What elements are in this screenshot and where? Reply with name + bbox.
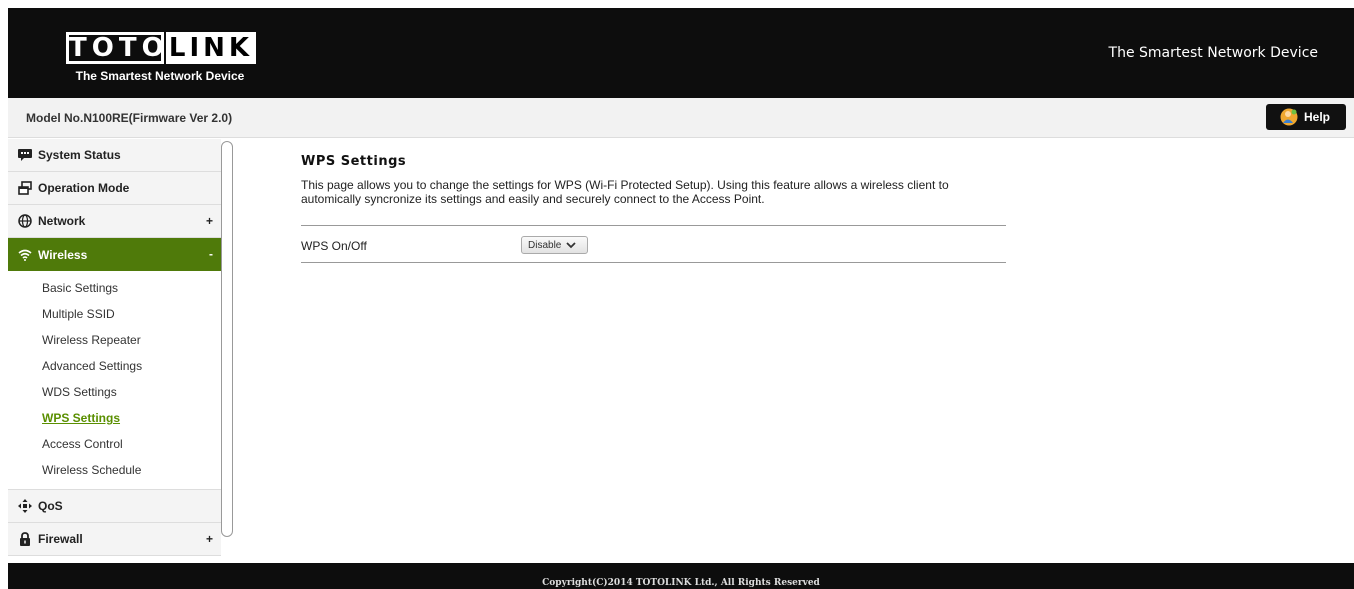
logo-link-text: LINK bbox=[166, 32, 256, 64]
sidebar-subitem-basic-settings[interactable]: Basic Settings bbox=[8, 275, 221, 301]
chevron-down-icon bbox=[566, 242, 576, 249]
sidebar-item-label: Operation Mode bbox=[38, 181, 130, 195]
help-person-icon bbox=[1280, 108, 1298, 126]
page-title: WPS Settings bbox=[301, 154, 407, 169]
model-number: Model No.N100RE(Firmware Ver 2.0) bbox=[26, 111, 233, 125]
expand-sign: + bbox=[205, 532, 213, 546]
sidebar-scrollbar[interactable] bbox=[221, 141, 233, 537]
wps-select-value: Disable bbox=[528, 239, 562, 251]
arrows-icon bbox=[18, 499, 32, 513]
help-button[interactable]: Help bbox=[1266, 104, 1346, 130]
sidebar-item-label: Wireless bbox=[38, 247, 88, 262]
sidebar-subitem-access-control[interactable]: Access Control bbox=[8, 431, 221, 457]
wireless-submenu: Basic Settings Multiple SSID Wireless Re… bbox=[8, 271, 221, 490]
expand-sign: + bbox=[205, 214, 213, 228]
sidebar-subitem-wds-settings[interactable]: WDS Settings bbox=[8, 379, 221, 405]
sidebar-item-label: Firewall bbox=[38, 532, 83, 546]
sidebar-subitem-advanced-settings[interactable]: Advanced Settings bbox=[8, 353, 221, 379]
wps-onoff-select[interactable]: Disable bbox=[521, 236, 588, 254]
sidebar-item-network[interactable]: Network + bbox=[8, 205, 221, 238]
sidebar-item-system-status[interactable]: System Status bbox=[8, 139, 221, 172]
sidebar-item-label: System Status bbox=[38, 148, 121, 162]
sidebar-item-wireless[interactable]: Wireless - bbox=[8, 238, 221, 271]
header: TOTO LINK The Smartest Network Device Th… bbox=[8, 8, 1354, 98]
sidebar-item-label: Network bbox=[38, 214, 86, 228]
lock-icon bbox=[18, 532, 32, 546]
header-tagline: The Smartest Network Device bbox=[1108, 45, 1318, 61]
sidebar-subitem-wireless-schedule[interactable]: Wireless Schedule bbox=[8, 457, 221, 483]
page-description: This page allows you to change the setti… bbox=[301, 178, 949, 206]
sidebar-item-qos[interactable]: QoS bbox=[8, 490, 221, 523]
collapse-sign: - bbox=[209, 247, 213, 261]
sidebar-subitem-wps-settings[interactable]: WPS Settings bbox=[8, 405, 221, 431]
sidebar-item-operation-mode[interactable]: Operation Mode bbox=[8, 172, 221, 205]
sidebar-item-firewall[interactable]: Firewall + bbox=[8, 523, 221, 556]
main-content: WPS Settings This page allows you to cha… bbox=[301, 154, 1006, 263]
sidebar: System Status Operation Mode Network + W… bbox=[8, 139, 221, 563]
page: TOTO LINK The Smartest Network Device Th… bbox=[0, 0, 1354, 589]
sidebar-subitem-wireless-repeater[interactable]: Wireless Repeater bbox=[8, 327, 221, 353]
wps-onoff-label: WPS On/Off bbox=[301, 239, 367, 253]
wps-setting-row: WPS On/Off Disable bbox=[301, 225, 1006, 263]
monitor-chat-icon bbox=[18, 148, 32, 162]
globe-icon bbox=[18, 214, 32, 228]
footer: Copyright(C)2014 TOTOLINK Ltd., All Righ… bbox=[8, 563, 1354, 589]
logo-tagline: The Smartest Network Device bbox=[75, 69, 245, 83]
sidebar-item-label: QoS bbox=[38, 499, 63, 513]
windows-icon bbox=[18, 181, 32, 195]
wifi-icon bbox=[18, 248, 32, 262]
model-bar: Model No.N100RE(Firmware Ver 2.0) Help bbox=[8, 98, 1354, 138]
help-label: Help bbox=[1304, 110, 1331, 124]
sidebar-subitem-multiple-ssid[interactable]: Multiple SSID bbox=[8, 301, 221, 327]
totolink-logo[interactable]: TOTO LINK The Smartest Network Device bbox=[66, 32, 258, 94]
copyright-text: Copyright(C)2014 TOTOLINK Ltd., All Righ… bbox=[542, 578, 820, 588]
logo-toto-text: TOTO bbox=[66, 32, 164, 64]
